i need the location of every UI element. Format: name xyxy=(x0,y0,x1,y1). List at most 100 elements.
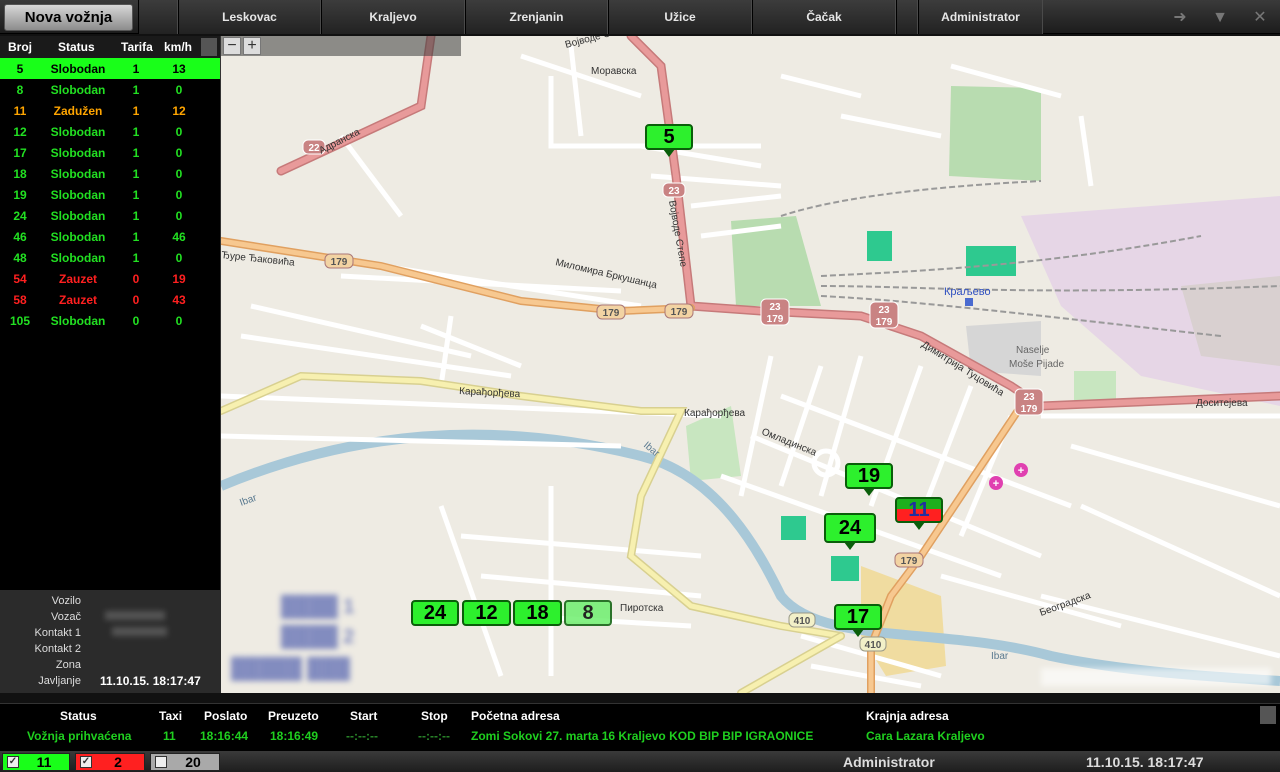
vehicle-row[interactable]: 58 Zauzet 0 43 xyxy=(0,289,220,310)
vehicle-tariff: 0 xyxy=(132,314,140,328)
vehicle-id: 5 xyxy=(16,62,24,76)
vehicle-status: Slobodan xyxy=(50,230,106,244)
vehicle-tariff: 1 xyxy=(132,251,140,265)
tab-kraljevo[interactable]: Kraljevo xyxy=(321,0,465,34)
order-stop: --:--:-- xyxy=(418,729,450,743)
zoom-out-icon[interactable]: − xyxy=(223,37,241,55)
order-sent: 18:16:44 xyxy=(200,729,249,743)
vehicle-speed: 46 xyxy=(172,230,186,244)
vehicle-row[interactable]: 54 Zauzet 0 19 xyxy=(0,268,220,289)
arrow-right-icon[interactable]: ➜ xyxy=(1170,8,1190,28)
vehicle-row[interactable]: 11 Zadužen 1 12 xyxy=(0,100,220,121)
orders-header-from[interactable]: Početna adresa xyxy=(471,709,560,723)
tab-uzice[interactable]: Užice xyxy=(608,0,752,34)
tab-spacer xyxy=(138,0,178,34)
vehicle-id: 18 xyxy=(13,167,27,181)
order-taken: 18:16:49 xyxy=(270,729,319,743)
queue-vehicle-12[interactable]: 12 xyxy=(462,600,511,626)
vehicle-row[interactable]: 17 Slobodan 1 0 xyxy=(0,142,220,163)
orders-header-taxi[interactable]: Taxi xyxy=(159,709,182,723)
svg-text:410: 410 xyxy=(865,640,882,651)
orders-header-status[interactable]: Status xyxy=(60,709,97,723)
vehicle-speed: 12 xyxy=(172,104,186,118)
queue-vehicle-8[interactable]: 8 xyxy=(564,600,612,626)
vehicle-row[interactable]: 12 Slobodan 1 0 xyxy=(0,121,220,142)
svg-text:23: 23 xyxy=(769,302,781,313)
vehicle-status: Zauzet xyxy=(58,293,97,307)
tab-leskovac[interactable]: Leskovac xyxy=(178,0,321,34)
vehicle-id: 46 xyxy=(13,230,27,244)
vehicle-row[interactable]: 8 Slobodan 1 0 xyxy=(0,79,220,100)
checkbox-checked-icon[interactable]: ✓ xyxy=(80,756,92,768)
vehicle-tariff: 1 xyxy=(132,167,140,181)
chevron-down-icon[interactable]: ▼ xyxy=(1210,8,1230,28)
order-from: Zomi Sokovi 27. marta 16 Kraljevo KOD BI… xyxy=(471,729,814,743)
off-count-filter[interactable]: 20 xyxy=(150,753,220,771)
vehicle-row[interactable]: 105 Slobodan 0 0 xyxy=(0,310,220,331)
checkbox-checked-icon[interactable]: ✓ xyxy=(7,756,19,768)
svg-text:Краљево: Краљево xyxy=(944,286,991,298)
vehicle-marker-5[interactable]: 5 xyxy=(645,124,693,157)
vehicle-speed: 0 xyxy=(175,314,183,328)
vehicle-row[interactable]: 46 Slobodan 1 46 xyxy=(0,226,220,247)
vehicle-speed: 0 xyxy=(175,209,183,223)
orders-scrollbar[interactable] xyxy=(1260,706,1276,724)
vehicle-label: Vozilo xyxy=(51,595,81,607)
vehicle-marker-11[interactable]: 11 xyxy=(895,497,943,530)
vehicle-marker-24[interactable]: 24 xyxy=(824,513,876,550)
svg-text:Моравска: Моравска xyxy=(591,66,637,77)
orders-header-start[interactable]: Start xyxy=(350,709,377,723)
vehicle-tariff: 1 xyxy=(132,188,140,202)
svg-text:410: 410 xyxy=(794,616,811,627)
orders-header-stop[interactable]: Stop xyxy=(421,709,448,723)
vehicle-row[interactable]: 18 Slobodan 1 0 xyxy=(0,163,220,184)
zoom-in-icon[interactable]: + xyxy=(243,37,261,55)
queue-vehicle-18[interactable]: 18 xyxy=(513,600,562,626)
svg-text:179: 179 xyxy=(1021,404,1038,415)
col-header-tariff[interactable]: Tarifa xyxy=(121,40,153,54)
col-header-status[interactable]: Status xyxy=(58,40,95,54)
svg-text:179: 179 xyxy=(671,307,688,318)
svg-text:23: 23 xyxy=(1023,392,1035,403)
tab-cacak[interactable]: Čačak xyxy=(752,0,896,34)
tab-administrator[interactable]: Administrator xyxy=(918,0,1043,34)
map-view[interactable]: 22 23 179 179 179 23 179 23 179 23 179 179 … xyxy=(221,36,1280,693)
dispatch-app: Nova vožnja Leskovac Kraljevo Zrenjanin … xyxy=(0,0,1280,772)
redacted-label: █████ ███ xyxy=(231,658,350,680)
free-count-filter[interactable]: ✓ 11 xyxy=(2,753,70,771)
checkbox-icon[interactable] xyxy=(155,756,167,768)
vehicle-id: 8 xyxy=(16,83,24,97)
vehicle-id: 19 xyxy=(13,188,27,202)
col-header-id[interactable]: Broj xyxy=(8,40,32,54)
vehicle-status: Slobodan xyxy=(50,167,106,181)
orders-header-sent[interactable]: Poslato xyxy=(204,709,247,723)
svg-text:Карађорђева: Карађорђева xyxy=(684,407,746,419)
vehicle-row[interactable]: 24 Slobodan 1 0 xyxy=(0,205,220,226)
vehicle-tariff: 0 xyxy=(132,293,140,307)
busy-count-filter[interactable]: ✓ 2 xyxy=(75,753,145,771)
vehicle-id: 58 xyxy=(13,293,27,307)
vehicle-id: 11 xyxy=(13,104,27,118)
vehicle-tariff: 1 xyxy=(132,83,140,97)
queue-vehicle-24[interactable]: 24 xyxy=(411,600,459,626)
orders-header-to[interactable]: Krajnja adresa xyxy=(866,709,949,723)
svg-text:Ibar: Ibar xyxy=(991,651,1009,662)
col-header-speed[interactable]: km/h xyxy=(164,40,192,54)
vehicle-tariff: 1 xyxy=(132,209,140,223)
svg-text:Moše Pijade: Moše Pijade xyxy=(1009,359,1064,370)
vehicle-status: Zauzet xyxy=(58,272,97,286)
redacted-label: ████ 2 xyxy=(281,626,355,648)
vehicle-row[interactable]: 19 Slobodan 1 0 xyxy=(0,184,220,205)
vehicle-marker-19[interactable]: 19 xyxy=(845,463,893,496)
vehicle-status: Slobodan xyxy=(50,146,106,160)
svg-text:Доситејева: Доситејева xyxy=(1196,398,1248,409)
vehicle-row[interactable]: 5 Slobodan 1 13 xyxy=(0,58,220,79)
vehicle-row[interactable]: 48 Slobodan 1 0 xyxy=(0,247,220,268)
new-ride-button[interactable]: Nova vožnja xyxy=(4,4,133,31)
list-scrollbar[interactable] xyxy=(201,38,217,56)
vehicle-marker-17[interactable]: 17 xyxy=(834,604,882,637)
tab-zrenjanin[interactable]: Zrenjanin xyxy=(465,0,608,34)
orders-header-taken[interactable]: Preuzeto xyxy=(268,709,319,723)
close-icon[interactable]: ✕ xyxy=(1250,8,1270,28)
vehicle-tariff: 1 xyxy=(132,125,140,139)
